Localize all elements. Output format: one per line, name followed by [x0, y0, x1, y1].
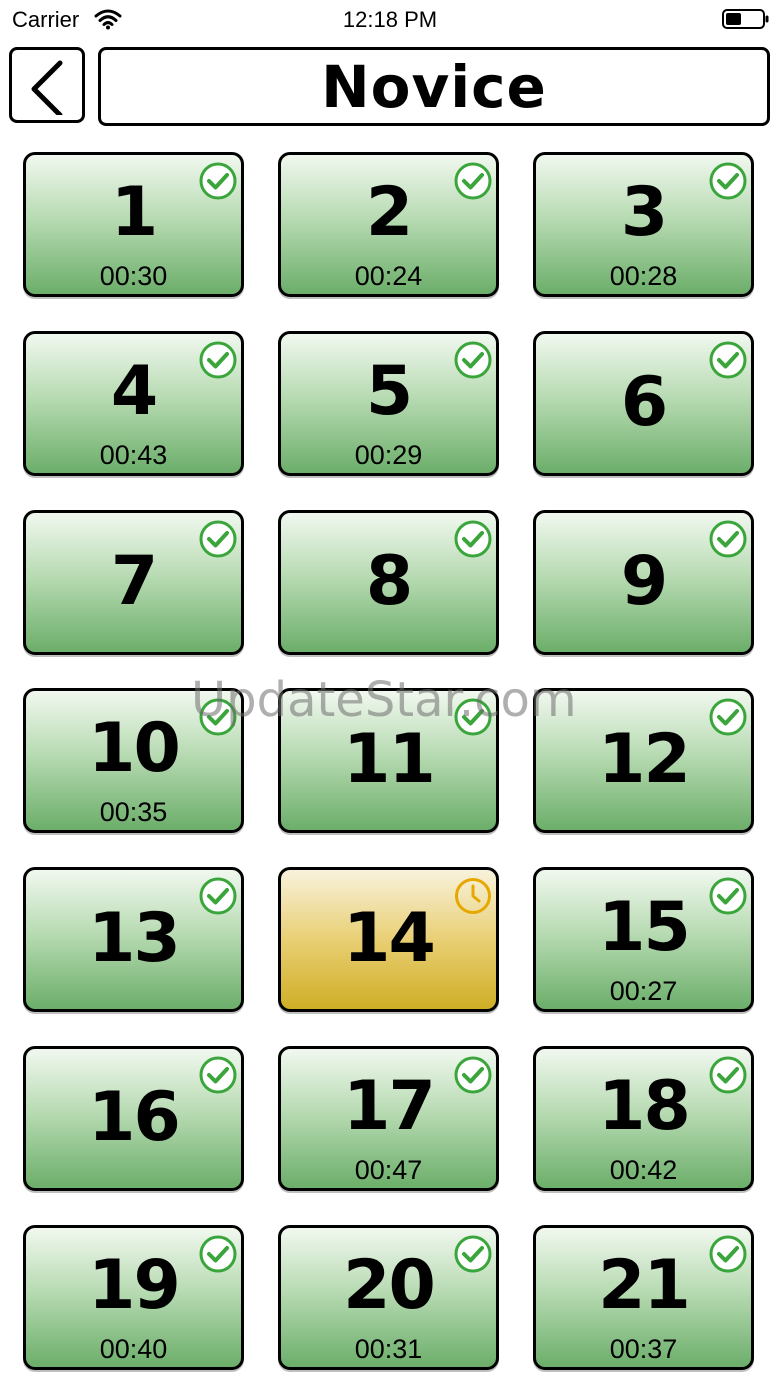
checkmark-icon [199, 162, 237, 200]
checkmark-icon [199, 698, 237, 736]
level-tile[interactable]: 12 [533, 688, 754, 833]
checkmark-icon [454, 1056, 492, 1094]
checkmark-icon [709, 698, 747, 736]
level-tile[interactable]: 1 00:30 [23, 152, 244, 297]
checkmark-icon [709, 341, 747, 379]
checkmark-icon [199, 877, 237, 915]
level-tile[interactable]: 18 00:42 [533, 1046, 754, 1191]
checkmark-icon [709, 162, 747, 200]
level-tile[interactable]: 9 [533, 510, 754, 655]
level-tile[interactable]: 6 [533, 331, 754, 476]
level-tile[interactable]: 4 00:43 [23, 331, 244, 476]
checkmark-icon [709, 1235, 747, 1273]
level-best-time: 00:40 [99, 1334, 168, 1364]
level-tile[interactable]: 7 [23, 510, 244, 655]
level-best-time: 00:24 [354, 261, 423, 291]
checkmark-icon [454, 1235, 492, 1273]
level-tile[interactable]: 15 00:27 [533, 867, 754, 1012]
level-tile[interactable]: 16 [23, 1046, 244, 1191]
level-best-time: 00:43 [99, 440, 168, 470]
level-best-time: 00:30 [99, 261, 168, 291]
level-tile[interactable]: 2 00:24 [278, 152, 499, 297]
level-tile[interactable]: 5 00:29 [278, 331, 499, 476]
checkmark-icon [199, 1056, 237, 1094]
checkmark-icon [199, 520, 237, 558]
level-tile[interactable]: 20 00:31 [278, 1225, 499, 1370]
level-tile[interactable]: 11 [278, 688, 499, 833]
level-best-time: 00:27 [609, 976, 678, 1006]
level-tile[interactable]: 14 [278, 867, 499, 1012]
checkmark-icon [454, 162, 492, 200]
level-tile[interactable]: 17 00:47 [278, 1046, 499, 1191]
level-tile[interactable]: 21 00:37 [533, 1225, 754, 1370]
checkmark-icon [454, 520, 492, 558]
checkmark-icon [709, 1056, 747, 1094]
level-tile[interactable]: 8 [278, 510, 499, 655]
checkmark-icon [709, 520, 747, 558]
checkmark-icon [709, 877, 747, 915]
checkmark-icon [454, 341, 492, 379]
level-best-time: 00:28 [609, 261, 678, 291]
level-grid: 1 00:30 2 00:24 3 00:28 4 00:43 5 00:29 6 7 8 9 10 00:3… [0, 0, 780, 1387]
level-tile[interactable]: 19 00:40 [23, 1225, 244, 1370]
level-best-time: 00:42 [609, 1155, 678, 1185]
checkmark-icon [199, 341, 237, 379]
level-best-time: 00:35 [99, 797, 168, 827]
checkmark-icon [199, 1235, 237, 1273]
level-best-time: 00:31 [354, 1334, 423, 1364]
level-best-time: 00:29 [354, 440, 423, 470]
checkmark-icon [454, 698, 492, 736]
level-tile[interactable]: 10 00:35 [23, 688, 244, 833]
level-tile[interactable]: 3 00:28 [533, 152, 754, 297]
level-best-time: 00:37 [609, 1334, 678, 1364]
level-tile[interactable]: 13 [23, 867, 244, 1012]
level-best-time: 00:47 [354, 1155, 423, 1185]
clock-icon [455, 878, 491, 914]
